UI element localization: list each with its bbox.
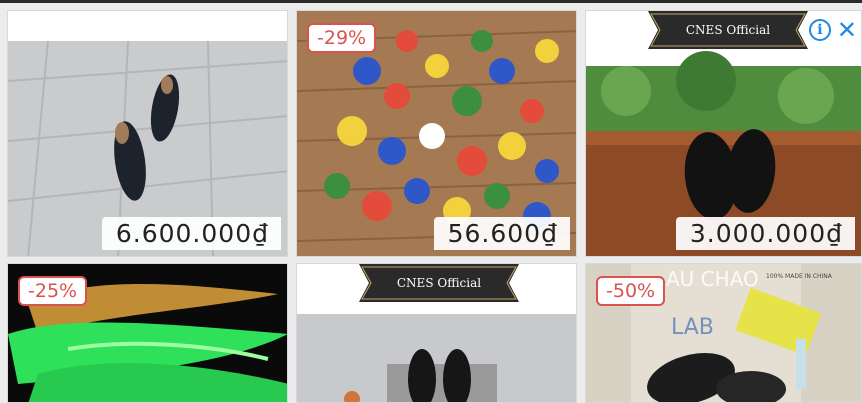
product-card-shoe-charms[interactable]: -29% 56.600₫ <box>296 10 577 257</box>
product-card-loafers[interactable]: CNES Official <box>296 263 577 403</box>
discount-badge: -50% <box>596 276 666 306</box>
product-card-glow-laces[interactable]: -25% <box>7 263 288 403</box>
product-card-oxford-shoes[interactable]: 6.600.000₫ <box>7 10 288 257</box>
brand-name: CNES Official <box>396 276 482 290</box>
brand-name: CNES Official <box>685 23 771 37</box>
product-card-dress-shoes[interactable]: CNES Official i ✕ 3.000.000₫ <box>585 10 862 257</box>
product-price: 3.000.000₫ <box>675 217 855 250</box>
top-divider <box>0 0 862 3</box>
svg-text:AU CHAO: AU CHAO <box>666 267 759 291</box>
brand-badge: CNES Official <box>359 264 519 302</box>
discount-badge: -25% <box>18 276 88 306</box>
product-price: 56.600₫ <box>433 217 570 250</box>
product-card-slide-sandals[interactable]: AU CHAO 100% MADE IN CHINA LAB -50% <box>585 263 862 403</box>
ad-controls: i ✕ <box>808 18 861 42</box>
ad-info-icon[interactable]: i <box>808 19 831 41</box>
close-icon[interactable]: ✕ <box>837 18 861 42</box>
svg-text:LAB: LAB <box>671 315 714 340</box>
product-price: 6.600.000₫ <box>101 217 281 250</box>
brand-badge: CNES Official <box>648 11 808 49</box>
discount-badge: -29% <box>307 23 377 53</box>
image-caption: 100% MADE IN CHINA <box>766 273 833 280</box>
